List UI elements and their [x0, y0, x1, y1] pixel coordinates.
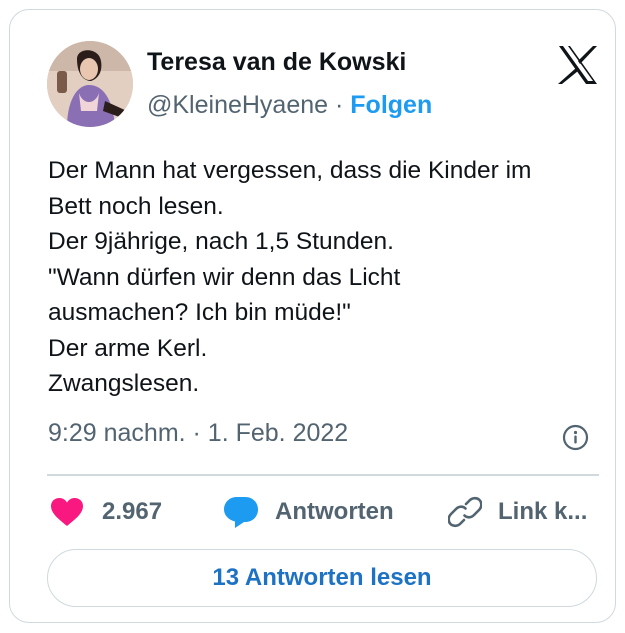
x-logo-icon[interactable] [558, 46, 598, 84]
avatar-image [47, 41, 133, 127]
like-button[interactable]: 2.967 [50, 490, 162, 534]
reply-label: Antworten [275, 498, 394, 525]
reply-button[interactable]: Antworten [223, 490, 394, 534]
info-icon[interactable] [562, 424, 589, 451]
copy-link-label: Link k... [498, 498, 588, 525]
tweet-line: Der Mann hat vergessen, dass die Kinder … [48, 157, 532, 184]
read-replies-button[interactable]: 13 Antworten lesen [47, 549, 597, 607]
tweet-line: Zwangslesen. [48, 370, 200, 397]
tweet-line: ausmachen? Ich bin müde!" [48, 299, 351, 326]
author-handle-row: @KleineHyaene · Folgen [147, 91, 432, 120]
tweet-line: Der 9jährige, nach 1,5 Stunden. [48, 228, 394, 255]
heart-icon [51, 498, 83, 526]
author-name[interactable]: Teresa van de Kowski [147, 48, 406, 77]
tweet-line: "Wann dürfen wir denn das Licht [48, 263, 401, 291]
author-handle[interactable]: @KleineHyaene [147, 91, 328, 119]
copy-link-button[interactable]: Link k... [448, 490, 587, 534]
tweet-line: Der arme Kerl. [48, 334, 208, 362]
separator-dot: · [335, 91, 344, 119]
follow-button[interactable]: Folgen [350, 91, 432, 119]
avatar[interactable] [47, 41, 133, 127]
speech-bubble-icon [224, 497, 258, 528]
divider [47, 474, 599, 476]
tweet-timestamp[interactable]: 9:29 nachm. · 1. Feb. 2022 [48, 419, 348, 448]
tweet-text: Der Mann hat vergessen, dass die Kinder … [48, 153, 608, 402]
link-icon [448, 496, 482, 528]
like-count: 2.967 [102, 498, 163, 525]
tweet-line: Bett noch lesen. [48, 192, 224, 220]
tweet-card: Teresa van de Kowski @KleineHyaene · Fol… [9, 9, 616, 623]
